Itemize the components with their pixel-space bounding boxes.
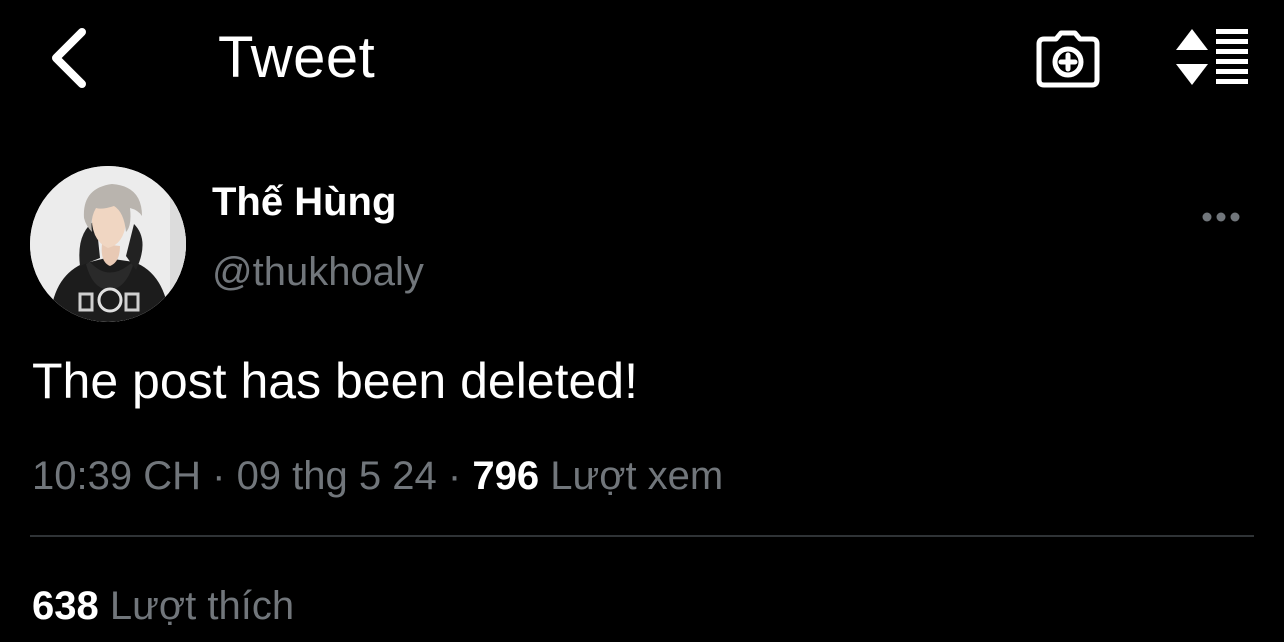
tweet-date: 09 thg 5 24 bbox=[236, 454, 437, 498]
likes-stat[interactable]: 638 Lượt thích bbox=[32, 582, 294, 630]
meta-separator: · bbox=[447, 454, 462, 498]
views-label[interactable]: Lượt xem bbox=[550, 454, 723, 498]
likes-label: Lượt thích bbox=[109, 584, 295, 628]
sort-list-icon bbox=[1176, 29, 1248, 85]
tweet-meta: 10:39 CH · 09 thg 5 24 · 796 Lượt xem bbox=[32, 452, 723, 500]
author-handle[interactable]: @thukhoaly bbox=[212, 248, 424, 296]
likes-count: 638 bbox=[32, 584, 99, 628]
page-title: Tweet bbox=[218, 25, 376, 90]
divider bbox=[30, 535, 1254, 537]
sort-button[interactable] bbox=[1170, 26, 1254, 88]
profile-photo bbox=[30, 166, 186, 322]
more-horizontal-icon bbox=[1202, 212, 1240, 222]
meta-separator: · bbox=[212, 454, 226, 498]
views-count[interactable]: 796 bbox=[472, 454, 539, 498]
avatar[interactable] bbox=[30, 166, 186, 322]
back-button[interactable] bbox=[40, 26, 96, 90]
camera-button[interactable] bbox=[1032, 26, 1104, 92]
more-options-button[interactable] bbox=[1196, 200, 1246, 234]
tweet-time: 10:39 CH bbox=[32, 454, 201, 498]
tweet-text: The post has been deleted! bbox=[32, 353, 639, 409]
author-display-name[interactable]: Thế Hùng bbox=[212, 178, 396, 226]
top-nav-bar: Tweet bbox=[0, 0, 1284, 118]
chevron-left-icon bbox=[52, 28, 86, 88]
camera-add-icon bbox=[1036, 30, 1100, 88]
